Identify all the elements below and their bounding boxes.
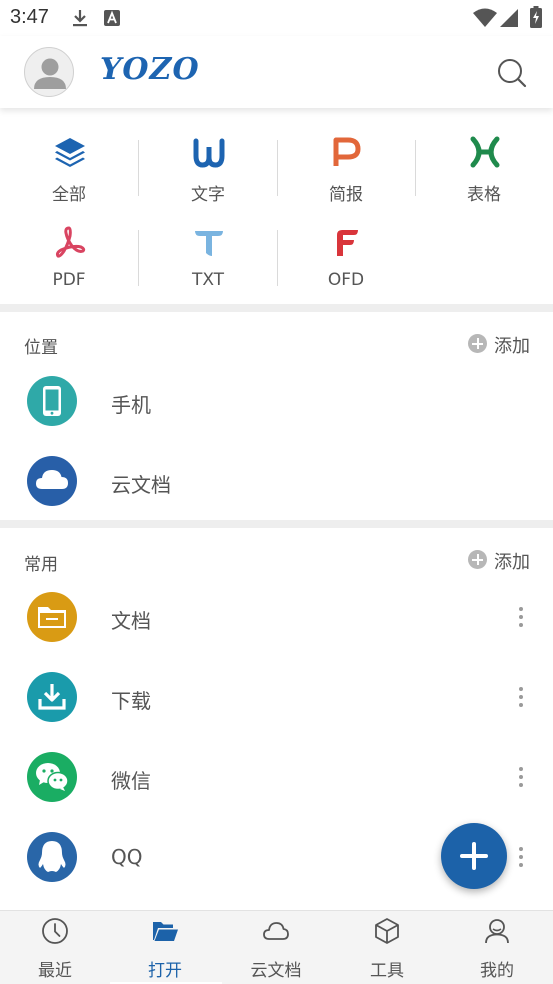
qq-icon bbox=[27, 832, 77, 882]
new-document-fab[interactable] bbox=[441, 823, 507, 889]
nav-label: 我的 bbox=[480, 961, 514, 981]
add-location-button[interactable]: 添加 bbox=[468, 332, 538, 357]
wechat-icon bbox=[27, 752, 77, 802]
status-time: 3:47 bbox=[10, 6, 49, 28]
file-type-label: 表格 bbox=[467, 185, 501, 205]
file-type-spreadsheet[interactable]: 表格 bbox=[415, 113, 553, 205]
locations-title: 位置 bbox=[24, 338, 58, 358]
favorite-item-documents[interactable]: 文档 bbox=[0, 577, 553, 657]
folder-icon bbox=[27, 592, 77, 642]
favorites-title: 常用 bbox=[24, 555, 58, 575]
file-type-grid: 全部 文字 简报 表格 PDF TXT OFD bbox=[0, 110, 553, 304]
search-icon[interactable] bbox=[496, 57, 528, 89]
file-type-all[interactable]: 全部 bbox=[0, 113, 138, 205]
bottom-nav: 最近 打开 云文档 工具 我的 bbox=[0, 910, 553, 984]
file-type-ofd[interactable]: OFD bbox=[277, 203, 415, 293]
add-icon bbox=[468, 550, 487, 569]
location-label: 手机 bbox=[111, 393, 151, 417]
wifi-icon bbox=[473, 8, 497, 27]
user-avatar-icon bbox=[34, 58, 66, 89]
box-icon bbox=[375, 918, 399, 944]
signal-icon bbox=[500, 9, 518, 27]
download-status-icon bbox=[73, 10, 87, 27]
favorite-label: QQ bbox=[111, 845, 143, 869]
download-icon bbox=[27, 672, 77, 722]
more-options-icon[interactable] bbox=[514, 845, 528, 869]
clock-icon bbox=[42, 918, 68, 944]
nav-label: 工具 bbox=[370, 961, 404, 981]
favorite-item-wechat[interactable]: 微信 bbox=[0, 737, 553, 817]
nav-tools[interactable]: 工具 bbox=[332, 911, 442, 984]
status-bar: 3:47 bbox=[0, 0, 553, 36]
cloud-icon bbox=[27, 456, 77, 506]
app-notification-icon bbox=[104, 10, 120, 26]
file-type-label: OFD bbox=[327, 270, 365, 290]
favorite-label: 微信 bbox=[111, 769, 151, 793]
cloud-outline-icon bbox=[263, 922, 289, 940]
w-letter-icon bbox=[193, 138, 225, 168]
more-options-icon[interactable] bbox=[514, 685, 528, 709]
section-divider bbox=[0, 520, 553, 528]
t-letter-icon bbox=[195, 231, 223, 256]
avatar[interactable] bbox=[24, 47, 74, 97]
f-letter-icon bbox=[337, 230, 358, 256]
file-type-label: 全部 bbox=[52, 185, 86, 205]
x-letter-icon bbox=[470, 136, 500, 168]
nav-label: 云文档 bbox=[250, 961, 302, 981]
person-icon bbox=[485, 919, 509, 944]
add-label: 添加 bbox=[494, 552, 530, 573]
file-type-pdf[interactable]: PDF bbox=[0, 203, 138, 293]
app-logo: YOZO bbox=[100, 52, 200, 87]
file-type-label: TXT bbox=[191, 270, 225, 290]
file-type-label: 简报 bbox=[329, 185, 363, 205]
pdf-icon bbox=[55, 226, 86, 258]
nav-cloud[interactable]: 云文档 bbox=[221, 911, 331, 984]
location-item-phone[interactable]: 手机 bbox=[0, 361, 553, 441]
nav-label: 最近 bbox=[38, 961, 72, 981]
location-item-cloud[interactable]: 云文档 bbox=[0, 441, 553, 521]
open-folder-icon bbox=[153, 922, 178, 941]
p-letter-icon bbox=[333, 137, 361, 166]
favorite-label: 文档 bbox=[111, 609, 151, 633]
section-divider bbox=[0, 304, 553, 312]
file-type-writer[interactable]: 文字 bbox=[139, 113, 277, 205]
location-label: 云文档 bbox=[111, 473, 171, 497]
app-header: YOZO bbox=[0, 36, 553, 108]
more-options-icon[interactable] bbox=[514, 765, 528, 789]
file-type-presentation[interactable]: 简报 bbox=[277, 113, 415, 205]
add-favorite-button[interactable]: 添加 bbox=[468, 548, 538, 573]
battery-icon bbox=[530, 6, 542, 28]
nav-open[interactable]: 打开 bbox=[110, 911, 220, 984]
file-type-label: PDF bbox=[52, 270, 86, 290]
phone-icon bbox=[27, 376, 77, 426]
nav-mine[interactable]: 我的 bbox=[442, 911, 552, 984]
add-label: 添加 bbox=[494, 336, 530, 357]
nav-label: 打开 bbox=[148, 961, 182, 981]
nav-recent[interactable]: 最近 bbox=[0, 911, 110, 984]
favorite-label: 下载 bbox=[111, 689, 151, 713]
layers-icon bbox=[55, 138, 85, 167]
file-type-txt[interactable]: TXT bbox=[139, 203, 277, 293]
more-options-icon[interactable] bbox=[514, 605, 528, 629]
add-icon bbox=[468, 334, 487, 353]
file-type-label: 文字 bbox=[191, 185, 225, 205]
favorite-item-downloads[interactable]: 下载 bbox=[0, 657, 553, 737]
